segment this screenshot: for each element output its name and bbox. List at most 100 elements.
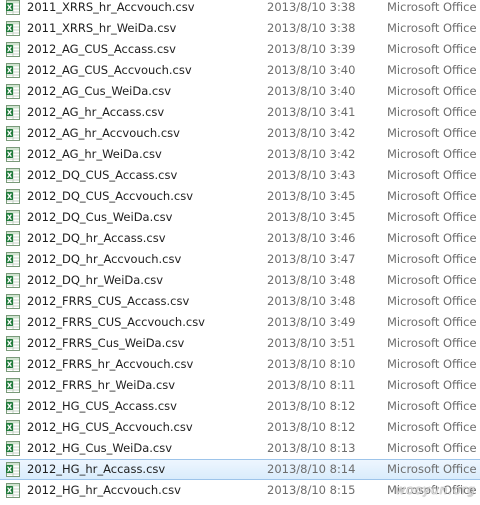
excel-csv-icon xyxy=(6,168,20,183)
file-name: 2012_FRRS_CUS_Accvouch.csv xyxy=(27,315,205,329)
file-type: Microsoft Office xyxy=(387,84,477,98)
file-name: 2012_HG_CUS_Accvouch.csv xyxy=(27,420,193,434)
file-row[interactable]: 2012_HG_CUS_Accass.csv 2013/8/10 8:12 Micr… xyxy=(0,396,480,417)
file-date-modified: 2013/8/10 3:42 xyxy=(267,126,356,140)
file-date-modified: 2013/8/10 8:12 xyxy=(267,399,356,413)
file-type: Microsoft Office xyxy=(387,210,477,224)
file-name: 2012_DQ_CUS_Accass.csv xyxy=(27,168,178,182)
file-name: 2011_XRRS_hr_Accvouch.csv xyxy=(27,0,195,14)
file-row[interactable]: 2012_HG_hr_Accass.csv 2013/8/10 8:14 Micro… xyxy=(0,459,480,480)
excel-csv-icon xyxy=(6,315,20,330)
file-name: 2012_FRRS_hr_Accvouch.csv xyxy=(27,357,194,371)
file-row[interactable]: 2011_XRRS_hr_WeiDa.csv 2013/8/10 3:38 Micr… xyxy=(0,18,480,39)
excel-csv-icon xyxy=(6,21,20,36)
file-name: 2011_XRRS_hr_WeiDa.csv xyxy=(27,21,177,35)
excel-csv-icon xyxy=(6,63,20,78)
file-row[interactable]: 2012_FRRS_CUS_Accvouch.csv 2013/8/10 3:49… xyxy=(0,312,480,333)
file-type: Microsoft Office xyxy=(387,189,477,203)
file-type: Microsoft Office xyxy=(387,273,477,287)
file-row[interactable]: 2012_FRRS_hr_WeiDa.csv 2013/8/10 8:11 Micr… xyxy=(0,375,480,396)
excel-csv-icon xyxy=(6,126,20,141)
watermark: wooyun.org xyxy=(395,483,476,497)
excel-csv-icon xyxy=(6,483,20,498)
file-name: 2012_FRRS_CUS_Accass.csv xyxy=(27,294,190,308)
file-type: Microsoft Office xyxy=(387,168,477,182)
file-date-modified: 2013/8/10 8:10 xyxy=(267,357,356,371)
file-type: Microsoft Office xyxy=(387,42,477,56)
file-date-modified: 2013/8/10 3:45 xyxy=(267,189,356,203)
file-name: 2012_AG_hr_Accass.csv xyxy=(27,105,165,119)
file-date-modified: 2013/8/10 8:14 xyxy=(267,462,356,476)
excel-csv-icon xyxy=(6,105,20,120)
file-date-modified: 2013/8/10 8:15 xyxy=(267,483,356,497)
file-row[interactable]: 2012_FRRS_Cus_WeiDa.csv 2013/8/10 3:51 Mic… xyxy=(0,333,480,354)
file-row[interactable]: 2012_DQ_CUS_Accass.csv 2013/8/10 3:43 Micr… xyxy=(0,165,480,186)
file-name: 2012_FRRS_Cus_WeiDa.csv xyxy=(27,336,185,350)
file-type: Microsoft Office xyxy=(387,294,477,308)
file-row[interactable]: 2012_AG_Cus_WeiDa.csv 2013/8/10 3:40 Micro… xyxy=(0,81,480,102)
file-row[interactable]: 2012_HG_Cus_WeiDa.csv 2013/8/10 8:13 Micro… xyxy=(0,438,480,459)
file-type: Microsoft Office xyxy=(387,21,477,35)
file-type: Microsoft Office xyxy=(387,462,477,476)
excel-csv-icon xyxy=(6,462,20,477)
file-row[interactable]: 2012_AG_CUS_Accvouch.csv 2013/8/10 3:40 Mi… xyxy=(0,60,480,81)
file-date-modified: 2013/8/10 3:38 xyxy=(267,0,356,14)
file-row[interactable]: 2012_FRRS_CUS_Accass.csv 2013/8/10 3:48 Mi… xyxy=(0,291,480,312)
file-date-modified: 2013/8/10 3:42 xyxy=(267,147,356,161)
file-date-modified: 2013/8/10 3:39 xyxy=(267,42,356,56)
file-name: 2012_AG_Cus_WeiDa.csv xyxy=(27,84,172,98)
excel-csv-icon xyxy=(6,441,20,456)
file-date-modified: 2013/8/10 3:49 xyxy=(267,315,356,329)
excel-csv-icon xyxy=(6,294,20,309)
excel-csv-icon xyxy=(6,42,20,57)
file-date-modified: 2013/8/10 3:51 xyxy=(267,336,356,350)
file-name: 2012_DQ_CUS_Accvouch.csv xyxy=(27,189,193,203)
file-date-modified: 2013/8/10 3:38 xyxy=(267,21,356,35)
file-type: Microsoft Office xyxy=(387,126,477,140)
file-type: Microsoft Office xyxy=(387,0,477,14)
file-name: 2012_HG_hr_Accass.csv xyxy=(27,462,166,476)
file-date-modified: 2013/8/10 3:40 xyxy=(267,63,356,77)
file-date-modified: 2013/8/10 3:48 xyxy=(267,273,356,287)
excel-csv-icon xyxy=(6,420,20,435)
excel-csv-icon xyxy=(6,399,20,414)
file-row[interactable]: 2012_FRRS_hr_Accvouch.csv 2013/8/10 8:10 M… xyxy=(0,354,480,375)
file-type: Microsoft Office xyxy=(387,231,477,245)
file-type: Microsoft Office xyxy=(387,336,477,350)
file-row[interactable]: 2011_XRRS_hr_Accvouch.csv 2013/8/10 3:38 M… xyxy=(0,0,480,18)
file-date-modified: 2013/8/10 3:43 xyxy=(267,168,356,182)
file-row[interactable]: 2012_HG_CUS_Accvouch.csv 2013/8/10 8:12 Mi… xyxy=(0,417,480,438)
excel-csv-icon xyxy=(6,378,20,393)
file-row[interactable]: 2012_DQ_Cus_WeiDa.csv 2013/8/10 3:45 Micro… xyxy=(0,207,480,228)
file-date-modified: 2013/8/10 3:47 xyxy=(267,252,356,266)
file-name: 2012_DQ_hr_WeiDa.csv xyxy=(27,273,164,287)
file-name: 2012_FRRS_hr_WeiDa.csv xyxy=(27,378,176,392)
file-type: Microsoft Office xyxy=(387,252,477,266)
file-date-modified: 2013/8/10 3:41 xyxy=(267,105,356,119)
file-name: 2012_HG_hr_Accvouch.csv xyxy=(27,483,181,497)
file-date-modified: 2013/8/10 3:46 xyxy=(267,231,356,245)
file-row[interactable]: 2012_DQ_CUS_Accvouch.csv 2013/8/10 3:45 Mi… xyxy=(0,186,480,207)
excel-csv-icon xyxy=(6,210,20,225)
file-date-modified: 2013/8/10 3:40 xyxy=(267,84,356,98)
file-row[interactable]: 2012_AG_CUS_Accass.csv 2013/8/10 3:39 Micr… xyxy=(0,39,480,60)
file-name: 2012_AG_CUS_Accass.csv xyxy=(27,42,176,56)
file-row[interactable]: 2012_AG_hr_WeiDa.csv 2013/8/10 3:42 Micros… xyxy=(0,144,480,165)
file-name: 2012_AG_hr_WeiDa.csv xyxy=(27,147,162,161)
file-date-modified: 2013/8/10 8:12 xyxy=(267,420,356,434)
file-name: 2012_AG_hr_Accvouch.csv xyxy=(27,126,180,140)
file-row[interactable]: 2012_DQ_hr_Accvouch.csv 2013/8/10 3:47 Mic… xyxy=(0,249,480,270)
excel-csv-icon xyxy=(6,189,20,204)
file-type: Microsoft Office xyxy=(387,357,477,371)
file-type: Microsoft Office xyxy=(387,441,477,455)
file-name: 2012_HG_Cus_WeiDa.csv xyxy=(27,441,173,455)
file-row[interactable]: 2012_DQ_hr_WeiDa.csv 2013/8/10 3:48 Micros… xyxy=(0,270,480,291)
file-list: 2011_XRRS_hr_Accvouch.csv 2013/8/10 3:38 M… xyxy=(0,0,480,501)
file-row[interactable]: 2012_AG_hr_Accvouch.csv 2013/8/10 3:42 Mic… xyxy=(0,123,480,144)
file-type: Microsoft Office xyxy=(387,63,477,77)
file-row[interactable]: 2012_AG_hr_Accass.csv 2013/8/10 3:41 Micro… xyxy=(0,102,480,123)
file-row[interactable]: 2012_DQ_hr_Accass.csv 2013/8/10 3:46 Micro… xyxy=(0,228,480,249)
file-type: Microsoft Office xyxy=(387,399,477,413)
file-name: 2012_AG_CUS_Accvouch.csv xyxy=(27,63,192,77)
excel-csv-icon xyxy=(6,84,20,99)
